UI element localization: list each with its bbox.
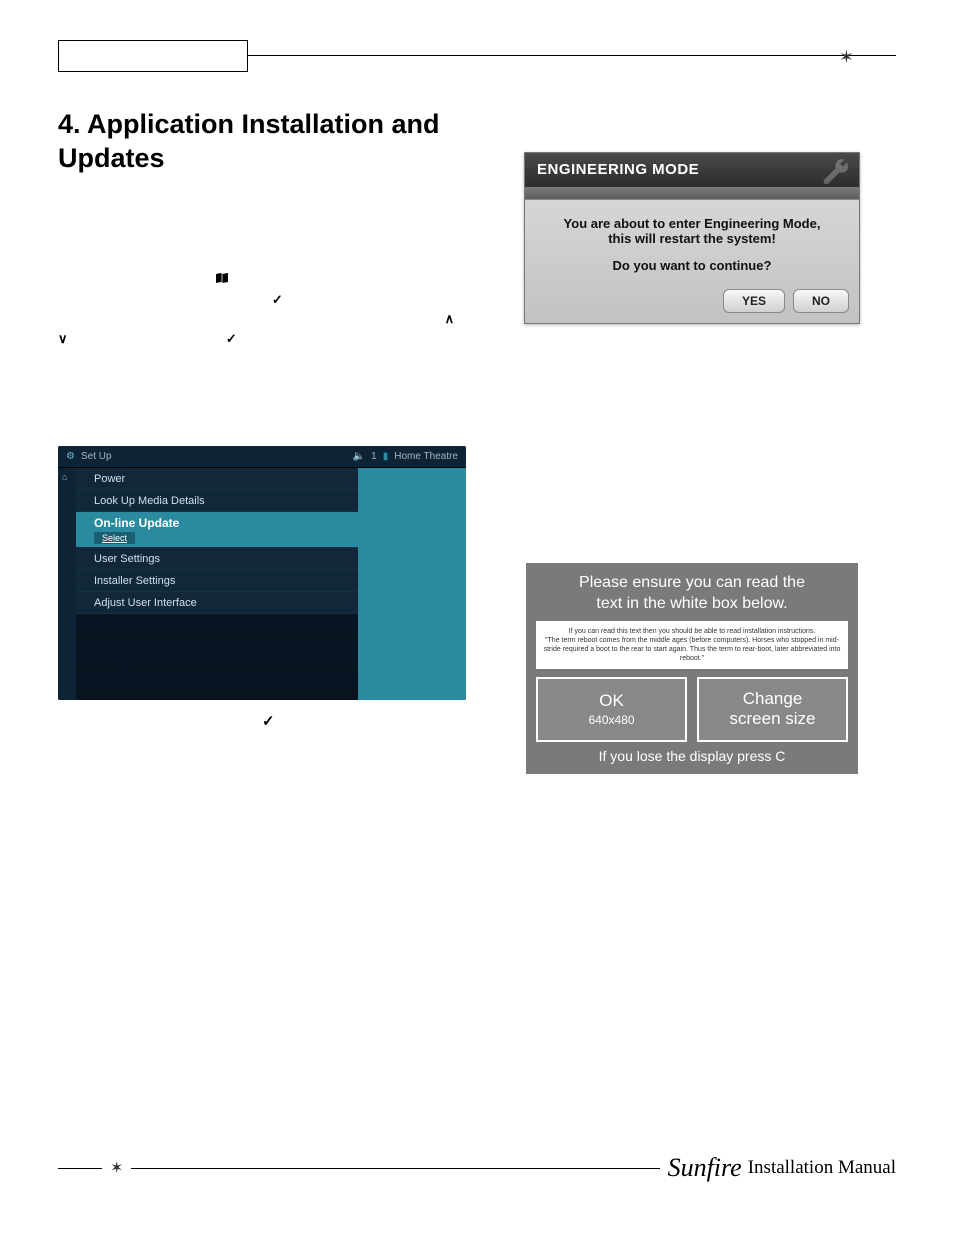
lose-display-hint: If you lose the display press C [536,748,848,764]
right-column-text: The TGM-100 will reboot into the Enginee… [524,346,860,543]
menu-icon [215,270,229,290]
check-icon: ✓ [226,331,237,346]
speaker-icon: 🔈 [353,451,365,462]
dialog-message: Please ensure you can read the text in t… [536,573,848,615]
footer-label: Installation Manual [748,1157,896,1179]
wrench-icon [817,157,851,191]
setup-menu-screenshot: ⚙ Set Up 🔈 1 ▮ Home Theatre ⌂ Power Look… [58,446,466,700]
list-item[interactable]: Power [76,468,358,490]
ok-button[interactable]: OK 640x480 [536,677,687,742]
paragraph-usb: If you have been supplied with a softwar… [524,465,860,543]
footer: ✶ Sunfire Installation Manual [58,1153,896,1183]
up-arrow-icon: ∧ [445,309,455,329]
home-icon: ⌂ [62,472,67,482]
dialog-question: Do you want to continue? [537,258,847,273]
dialog-subbar [525,186,859,200]
no-button[interactable]: NO [793,289,849,313]
resolution-label: 640x480 [546,713,677,727]
list-item[interactable]: User Settings [76,548,358,570]
dialog-title: ENGINEERING MODE [525,153,859,186]
top-header-box [58,40,248,72]
selected-label: On-line Update [94,516,179,530]
screen-size-dialog: Please ensure you can read the text in t… [524,561,860,776]
page-title: 4. Application Installation and Updates [58,108,488,176]
tv-icon: ▮ [383,451,389,462]
setup-title: Set Up [81,451,112,462]
setup-left-rail [58,468,76,700]
list-item[interactable]: Adjust User Interface [76,592,358,614]
yes-button[interactable]: YES [723,289,785,313]
setup-icon: ⚙ [66,451,75,462]
engineering-mode-dialog: ENGINEERING MODE You are about to enter … [524,152,860,324]
paragraph-2: The On-Line update is located within the… [58,251,488,349]
paragraph-reboot: The TGM-100 will reboot into the Enginee… [524,346,860,424]
setup-preview-pane [358,468,466,700]
list-item[interactable]: Look Up Media Details [76,490,358,512]
change-screen-size-button[interactable]: Change screen size [697,677,848,742]
select-button[interactable]: Select [94,532,135,544]
readability-white-box: If you can read this text then you shoul… [536,621,848,669]
left-column-text: The TGM-100 application can be updated f… [58,180,488,360]
setup-header: ⚙ Set Up 🔈 1 ▮ Home Theatre [58,446,466,468]
brand-logo: Sunfire [668,1153,742,1183]
check-icon: ✓ [272,292,283,307]
dialog-line1: You are about to enter Engineering Mode, [537,216,847,231]
zone-label: Home Theatre [394,451,458,462]
zone-number: 1 [371,451,377,462]
setup-list: Power Look Up Media Details On-line Upda… [76,468,358,700]
cross-mark-icon: ✶ [839,47,854,68]
check-icon: ✓ [262,712,275,730]
cross-mark-icon: ✶ [110,1158,123,1178]
list-item[interactable]: Installer Settings [76,570,358,592]
down-arrow-icon: ∨ [58,329,68,349]
heading-update-usb: Update from USB [524,438,860,459]
paragraph-1: The TGM-100 application can be updated f… [58,180,488,239]
list-item-selected[interactable]: On-line Update Select [76,512,358,548]
dialog-line2: this will restart the system! [537,231,847,246]
